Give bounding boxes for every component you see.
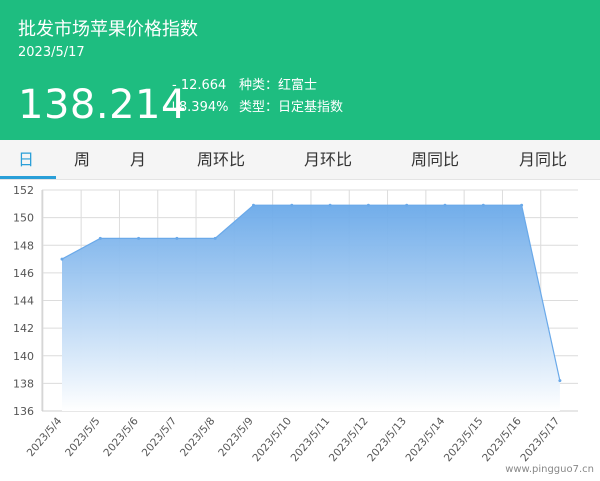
y-tick-label: 138 bbox=[13, 377, 34, 390]
x-tick-label: 2023/5/9 bbox=[216, 415, 256, 459]
data-point bbox=[175, 236, 179, 240]
x-tick-label: 2023/5/8 bbox=[178, 415, 218, 459]
data-point bbox=[558, 379, 562, 383]
tab-month-on-month[interactable]: 月环比 bbox=[304, 140, 352, 180]
tab-week[interactable]: 周 bbox=[74, 140, 90, 180]
x-tick-label: 2023/5/5 bbox=[63, 415, 103, 459]
price-change-absolute: - 12.664 bbox=[172, 78, 227, 93]
index-header: 批发市场苹果价格指数 2023/5/17 138.214 - 12.664 ↓8… bbox=[0, 0, 600, 140]
data-point bbox=[137, 236, 141, 240]
data-point bbox=[60, 257, 64, 261]
y-tick-label: 142 bbox=[13, 322, 34, 335]
active-tab-indicator bbox=[0, 176, 56, 179]
price-change-percent: ↓8.394% bbox=[168, 100, 229, 115]
tab-week-year-on-year[interactable]: 周同比 bbox=[411, 140, 459, 180]
data-point bbox=[98, 236, 102, 240]
data-point bbox=[328, 203, 332, 207]
index-price: 138.214 bbox=[18, 82, 187, 128]
y-tick-label: 150 bbox=[13, 212, 34, 225]
price-index-chart: 1361381401421441461481501522023/5/42023/… bbox=[13, 184, 578, 464]
y-tick-label: 140 bbox=[13, 350, 34, 363]
data-point bbox=[366, 203, 370, 207]
data-point bbox=[405, 203, 409, 207]
data-point bbox=[520, 203, 524, 207]
x-tick-label: 2023/5/17 bbox=[518, 415, 562, 464]
watermark: www.pingguo7.cn bbox=[505, 464, 594, 475]
data-point bbox=[443, 203, 447, 207]
page-title: 批发市场苹果价格指数 bbox=[18, 19, 198, 40]
index-date: 2023/5/17 bbox=[18, 45, 85, 60]
tab-day[interactable]: 日 bbox=[18, 140, 34, 180]
data-point bbox=[252, 203, 255, 207]
data-point bbox=[290, 203, 294, 207]
y-tick-label: 152 bbox=[13, 184, 34, 197]
y-tick-label: 144 bbox=[13, 295, 34, 308]
y-tick-label: 146 bbox=[13, 267, 34, 280]
tab-month-year-on-year[interactable]: 月同比 bbox=[519, 140, 567, 180]
data-point bbox=[481, 203, 485, 207]
y-tick-label: 136 bbox=[13, 405, 34, 418]
index-type-label: 类型：日定基指数 bbox=[239, 100, 344, 115]
variety-label: 种类：红富士 bbox=[239, 78, 318, 93]
period-tabs: 日 周 月 周环比 月环比 周同比 月同比 bbox=[0, 140, 600, 180]
x-tick-label: 2023/5/7 bbox=[140, 415, 180, 459]
x-tick-label: 2023/5/4 bbox=[25, 415, 65, 459]
y-tick-label: 148 bbox=[13, 239, 34, 252]
tab-month[interactable]: 月 bbox=[130, 140, 146, 180]
tab-week-on-week[interactable]: 周环比 bbox=[197, 140, 245, 180]
x-tick-label: 2023/5/6 bbox=[101, 415, 141, 459]
data-point bbox=[213, 236, 217, 240]
series-area bbox=[62, 205, 560, 411]
